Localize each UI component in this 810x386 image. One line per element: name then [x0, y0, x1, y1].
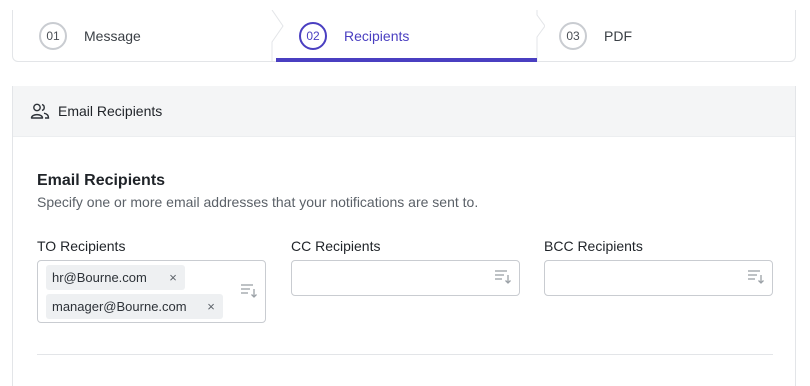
cc-recipients-label: CC Recipients [291, 238, 381, 254]
to-recipients-label: TO Recipients [37, 238, 126, 254]
step-number: 03 [559, 21, 587, 50]
step-label: Recipients [344, 27, 410, 44]
tag-text: hr@Bourne.com [52, 270, 147, 285]
recipient-tag: hr@Bourne.com × [46, 265, 185, 290]
section-divider [37, 354, 773, 355]
tag-remove-icon[interactable]: × [167, 270, 179, 285]
users-icon [30, 103, 50, 119]
group-title: Email Recipients [37, 172, 166, 189]
wizard-stepper: 01 Message 02 Recipients 03 PDF [12, 10, 796, 62]
active-step-indicator [276, 58, 537, 62]
bcc-recipients-label: BCC Recipients [544, 238, 643, 254]
recipient-tag: manager@Bourne.com × [46, 294, 223, 319]
step-number: 01 [39, 21, 67, 50]
step-pdf[interactable]: 03 PDF [559, 10, 632, 61]
step-separator-icon [271, 10, 284, 62]
tag-remove-icon[interactable]: × [205, 299, 217, 314]
section-header: Email Recipients [13, 86, 795, 137]
step-label: PDF [604, 27, 632, 44]
sort-list-icon[interactable] [747, 269, 765, 285]
step-separator-icon [536, 10, 545, 62]
section-header-title: Email Recipients [58, 103, 163, 119]
sort-list-icon[interactable] [240, 283, 258, 299]
email-recipients-section: Email Recipients Email Recipients Specif… [12, 86, 796, 386]
cc-recipients-input[interactable] [291, 260, 520, 296]
to-recipients-input[interactable]: hr@Bourne.com × manager@Bourne.com × [37, 260, 266, 323]
sort-list-icon[interactable] [494, 269, 512, 285]
step-number: 02 [299, 21, 327, 50]
bcc-recipients-input[interactable] [544, 260, 773, 296]
group-description: Specify one or more email addresses that… [37, 194, 479, 210]
step-message[interactable]: 01 Message [39, 10, 141, 61]
tag-text: manager@Bourne.com [52, 299, 187, 314]
step-recipients[interactable]: 02 Recipients [299, 10, 409, 61]
step-label: Message [84, 27, 141, 44]
